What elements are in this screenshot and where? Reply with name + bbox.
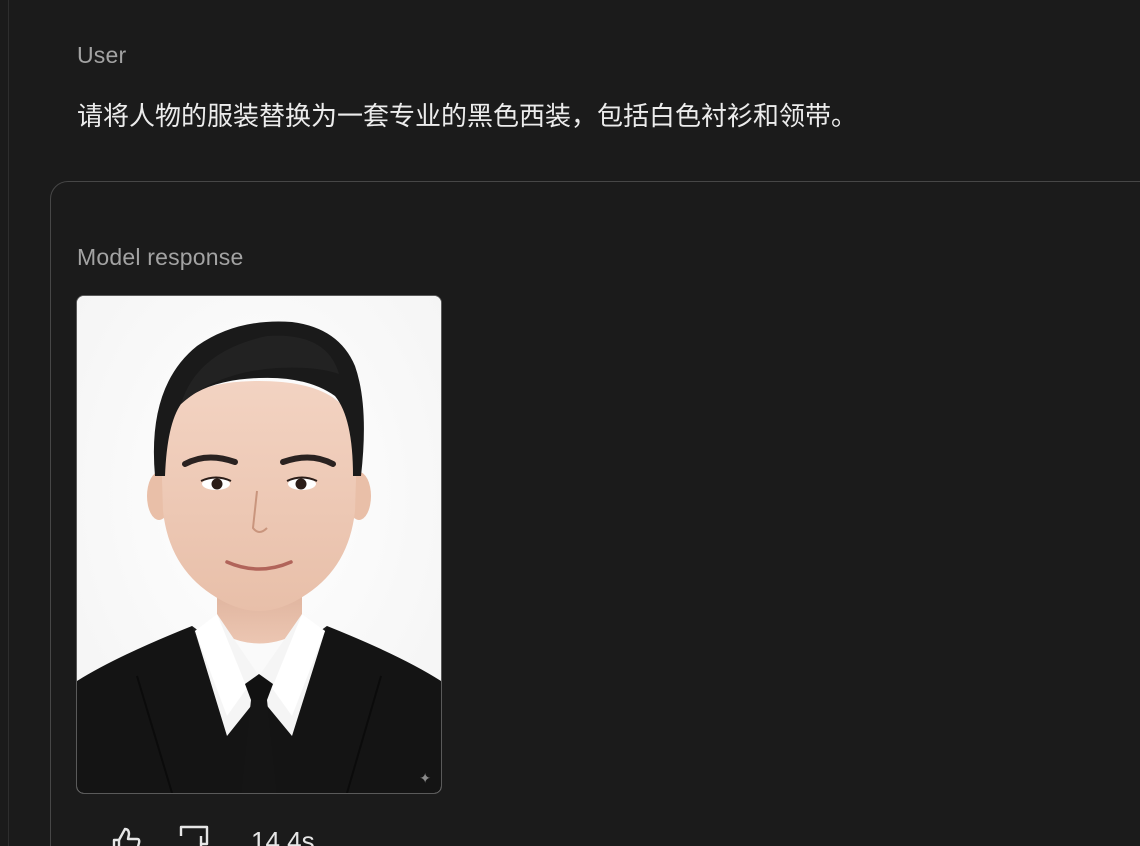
left-divider bbox=[8, 0, 9, 846]
thumb-down-icon[interactable] bbox=[176, 824, 212, 846]
thumb-up-icon[interactable] bbox=[107, 824, 143, 846]
generated-image[interactable]: ✦ bbox=[76, 295, 442, 794]
chat-page: User 请将人物的服装替换为一套专业的黑色西装，包括白色衬衫和领带。 Mode… bbox=[0, 0, 1140, 846]
elapsed-time-label: 14.4s bbox=[251, 826, 315, 846]
response-action-bar: 14.4s bbox=[88, 816, 356, 846]
portrait-illustration bbox=[77, 296, 441, 793]
model-response-label: Model response bbox=[77, 244, 244, 270]
user-role-label: User bbox=[77, 42, 127, 68]
user-message-text: 请将人物的服装替换为一套专业的黑色西装，包括白色衬衫和领带。 bbox=[77, 102, 858, 132]
sparkle-icon: ✦ bbox=[419, 770, 431, 786]
